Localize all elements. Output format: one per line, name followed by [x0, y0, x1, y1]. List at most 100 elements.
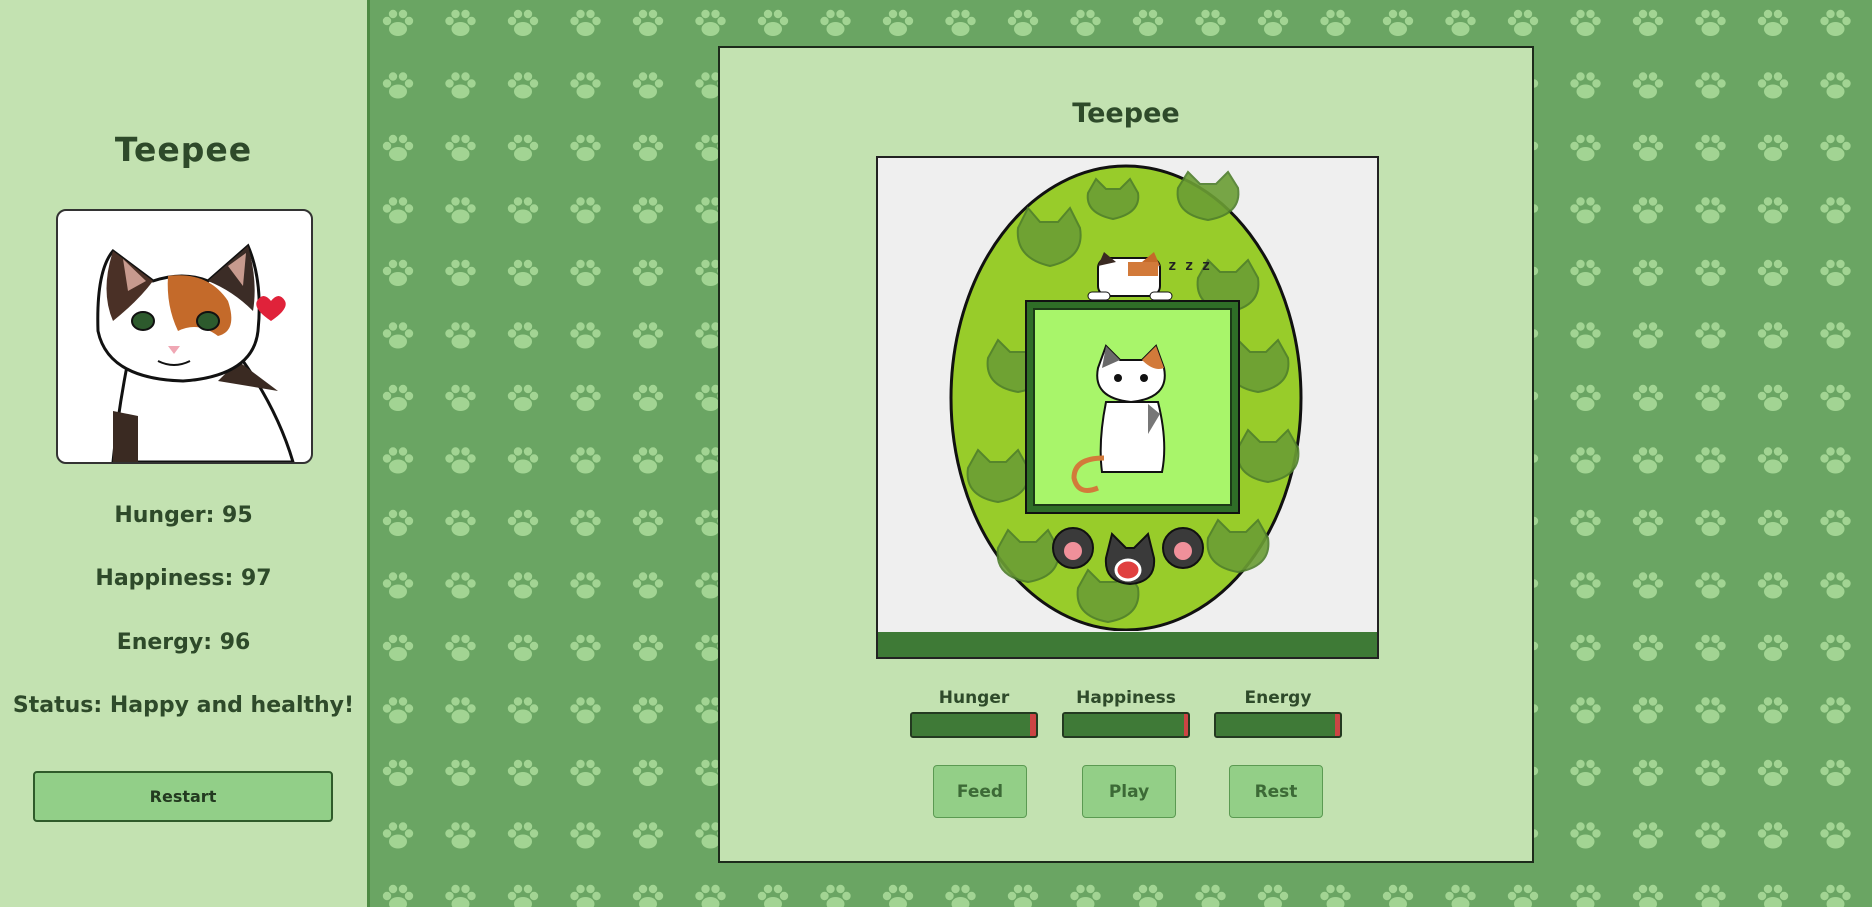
- paw-icon: [382, 9, 414, 36]
- paw-icon: [632, 197, 664, 224]
- paw-icon: [570, 259, 601, 286]
- paw-icon: [1570, 322, 1601, 349]
- paw-icon: [445, 197, 476, 224]
- paw-icon: [632, 759, 664, 786]
- paw-icon: [570, 134, 601, 161]
- paw-icon: [1757, 884, 1789, 907]
- paw-icon: [1757, 509, 1789, 536]
- paw-icon: [757, 9, 789, 36]
- paw-icon: [1820, 697, 1851, 724]
- paw-icon: [445, 822, 476, 849]
- paw-icon: [445, 134, 476, 161]
- paw-icon: [695, 884, 726, 907]
- paw-icon: [632, 509, 664, 536]
- paw-icon: [1632, 447, 1664, 474]
- paw-icon: [570, 197, 601, 224]
- paw-icon: [1820, 822, 1851, 849]
- paw-icon: [1195, 9, 1226, 36]
- paw-icon: [1382, 9, 1414, 36]
- paw-icon: [1445, 884, 1476, 907]
- paw-icon: [1632, 822, 1664, 849]
- paw-icon: [570, 759, 601, 786]
- paw-icon: [382, 72, 414, 99]
- paw-icon: [1632, 9, 1664, 36]
- hunger-bar-label: Hunger: [938, 688, 1010, 708]
- paw-icon: [382, 322, 414, 349]
- paw-icon: [1570, 197, 1601, 224]
- paw-icon: [1757, 759, 1789, 786]
- paw-icon: [1695, 197, 1726, 224]
- paw-icon: [1757, 384, 1789, 411]
- paw-icon: [445, 697, 476, 724]
- restart-button[interactable]: Restart: [33, 771, 333, 822]
- hunger-bar: [910, 712, 1038, 738]
- paw-icon: [1632, 197, 1664, 224]
- paw-icon: [820, 884, 851, 907]
- cat-portrait-image: [96, 243, 295, 462]
- paw-icon: [1757, 72, 1789, 99]
- paw-icon: [695, 9, 726, 36]
- paw-icon: [1320, 884, 1351, 907]
- paw-icon: [507, 572, 539, 599]
- pet-name-heading: Teepee: [114, 130, 253, 169]
- paw-icon: [1632, 697, 1664, 724]
- paw-icon: [1195, 884, 1226, 907]
- energy-stat: Energy: 96: [116, 630, 251, 655]
- paw-icon: [1570, 9, 1601, 36]
- paw-icon: [445, 884, 476, 907]
- paw-icon: [1757, 9, 1789, 36]
- paw-icon: [632, 384, 664, 411]
- tamagotchi-screen: z z z: [876, 156, 1379, 659]
- paw-icon: [820, 9, 851, 36]
- paw-icon: [1507, 9, 1539, 36]
- paw-icon: [1757, 259, 1789, 286]
- paw-icon: [632, 134, 664, 161]
- paw-icon: [1820, 447, 1851, 474]
- happiness-bar: [1062, 712, 1190, 738]
- paw-icon: [1570, 134, 1601, 161]
- hunger-bar-fill: [912, 714, 1030, 736]
- paw-icon: [1320, 9, 1351, 36]
- paw-icon: [445, 634, 476, 661]
- paw-icon: [632, 572, 664, 599]
- paw-icon: [1757, 634, 1789, 661]
- paw-icon: [1132, 9, 1164, 36]
- paw-icon: [1007, 884, 1039, 907]
- paw-icon: [445, 509, 476, 536]
- paw-icon: [507, 322, 539, 349]
- rest-button[interactable]: Rest: [1229, 765, 1323, 818]
- paw-icon: [1632, 634, 1664, 661]
- paw-icon: [1632, 259, 1664, 286]
- paw-icon: [632, 72, 664, 99]
- paw-icon: [1570, 259, 1601, 286]
- paw-icon: [757, 884, 789, 907]
- paw-icon: [1632, 509, 1664, 536]
- paw-icon: [1445, 9, 1476, 36]
- paw-icon: [1632, 759, 1664, 786]
- paw-icon: [1570, 759, 1601, 786]
- game-panel: Teepee z z z Hunger Happiness Energy Fee…: [718, 46, 1534, 863]
- paw-icon: [1257, 884, 1289, 907]
- pet-name-title: Teepee: [1072, 98, 1180, 129]
- hunger-stat: Hunger: 95: [114, 503, 253, 528]
- paw-icon: [1820, 9, 1851, 36]
- paw-icon: [570, 509, 601, 536]
- tamagotchi-device: z z z: [949, 164, 1303, 632]
- paw-icon: [1695, 384, 1726, 411]
- paw-icon: [445, 322, 476, 349]
- feed-button[interactable]: Feed: [933, 765, 1027, 818]
- paw-icon: [507, 197, 539, 224]
- paw-icon: [1570, 72, 1601, 99]
- paw-icon: [382, 134, 414, 161]
- paw-icon: [1820, 384, 1851, 411]
- paw-icon: [570, 447, 601, 474]
- paw-icon: [445, 759, 476, 786]
- paw-icon: [632, 884, 664, 907]
- paw-icon: [445, 72, 476, 99]
- paw-icon: [1570, 822, 1601, 849]
- paw-icon: [632, 259, 664, 286]
- paw-icon: [882, 9, 914, 36]
- paw-icon: [1257, 9, 1289, 36]
- play-button[interactable]: Play: [1082, 765, 1176, 818]
- paw-icon: [1570, 447, 1601, 474]
